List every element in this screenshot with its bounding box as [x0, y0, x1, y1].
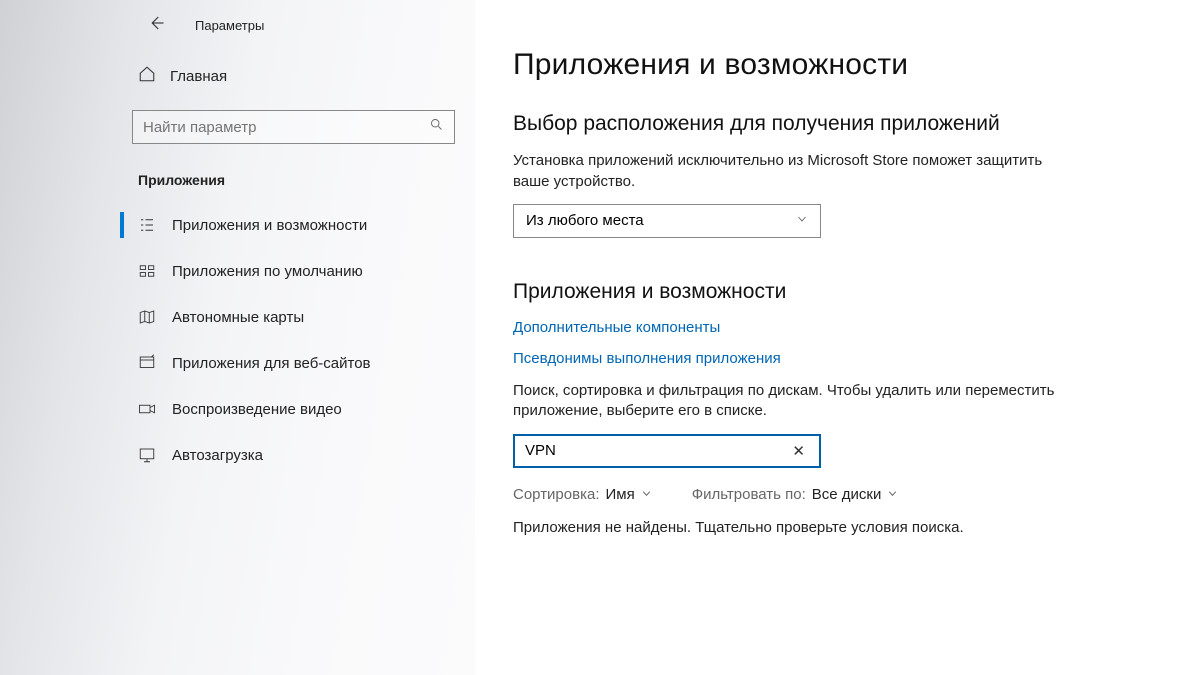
- sidebar-item-label: Автозагрузка: [172, 447, 263, 464]
- chevron-down-icon: [887, 486, 898, 503]
- sidebar-item-label: Приложения и возможности: [172, 217, 367, 234]
- sort-dropdown[interactable]: Сортировка: Имя: [513, 486, 652, 503]
- filter-dropdown[interactable]: Фильтровать по: Все диски: [692, 486, 899, 503]
- sidebar-section-title: Приложения: [120, 166, 475, 202]
- search-icon: [429, 117, 444, 137]
- apps-list-icon: [138, 216, 156, 234]
- home-label: Главная: [170, 68, 227, 85]
- sidebar-item-offline-maps[interactable]: Автономные карты: [120, 294, 475, 340]
- link-execution-aliases[interactable]: Псевдонимы выполнения приложения: [513, 350, 1170, 367]
- main-content: Приложения и возможности Выбор расположе…: [475, 0, 1200, 675]
- sidebar: Параметры Главная Приложения Приложения …: [0, 0, 475, 675]
- dropdown-value: Из любого места: [526, 212, 644, 229]
- sidebar-item-web-apps[interactable]: Приложения для веб-сайтов: [120, 340, 475, 386]
- web-apps-icon: [138, 354, 156, 372]
- sort-label: Сортировка:: [513, 486, 600, 503]
- settings-search[interactable]: [132, 110, 455, 144]
- sidebar-item-video-playback[interactable]: Воспроизведение видео: [120, 386, 475, 432]
- app-source-dropdown[interactable]: Из любого места: [513, 204, 821, 238]
- sidebar-item-label: Автономные карты: [172, 309, 304, 326]
- home-icon: [138, 65, 156, 88]
- link-optional-features[interactable]: Дополнительные компоненты: [513, 319, 1170, 336]
- window-title: Параметры: [195, 18, 264, 33]
- defaults-icon: [138, 262, 156, 280]
- section1-heading: Выбор расположения для получения приложе…: [513, 110, 1073, 137]
- app-search-box[interactable]: ✕: [513, 434, 821, 468]
- video-icon: [138, 400, 156, 418]
- settings-search-input[interactable]: [143, 119, 421, 136]
- sort-value: Имя: [606, 486, 635, 503]
- page-title: Приложения и возможности: [513, 48, 1170, 82]
- title-bar: Параметры: [120, 14, 475, 37]
- sidebar-item-apps-features[interactable]: Приложения и возможности: [120, 202, 475, 248]
- maps-icon: [138, 308, 156, 326]
- section2-hint: Поиск, сортировка и фильтрация по дискам…: [513, 381, 1073, 422]
- app-search-input[interactable]: [525, 442, 788, 459]
- chevron-down-icon: [796, 212, 808, 229]
- sidebar-item-label: Приложения для веб-сайтов: [172, 355, 371, 372]
- sidebar-home[interactable]: Главная: [120, 55, 475, 98]
- section2-heading: Приложения и возможности: [513, 278, 1073, 305]
- sidebar-item-default-apps[interactable]: Приложения по умолчанию: [120, 248, 475, 294]
- sidebar-item-label: Приложения по умолчанию: [172, 263, 363, 280]
- back-icon[interactable]: [147, 14, 165, 37]
- startup-icon: [138, 446, 156, 464]
- sidebar-item-startup[interactable]: Автозагрузка: [120, 432, 475, 478]
- no-results-text: Приложения не найдены. Тщательно проверь…: [513, 519, 1170, 536]
- chevron-down-icon: [641, 486, 652, 503]
- section1-description: Установка приложений исключительно из Mi…: [513, 151, 1073, 192]
- filter-label: Фильтровать по:: [692, 486, 806, 503]
- filter-value: Все диски: [812, 486, 882, 503]
- clear-icon[interactable]: ✕: [788, 442, 809, 460]
- sort-filter-row: Сортировка: Имя Фильтровать по: Все диск…: [513, 486, 1170, 503]
- sidebar-nav: Приложения и возможности Приложения по у…: [120, 202, 475, 478]
- sidebar-item-label: Воспроизведение видео: [172, 401, 342, 418]
